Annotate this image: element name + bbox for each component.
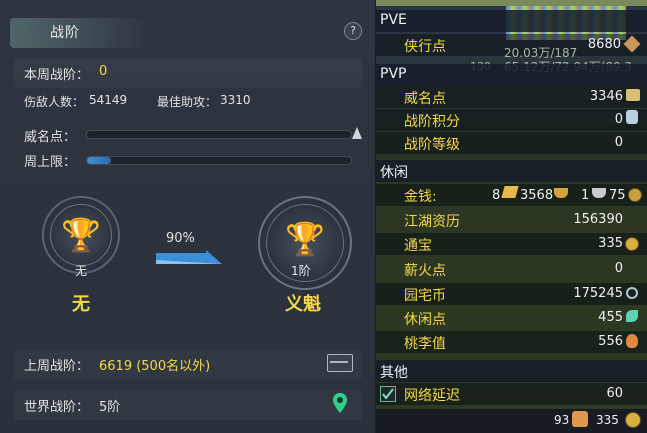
leaf-icon [626, 310, 638, 322]
leisure-item-value: 175245 [573, 286, 623, 301]
pve-item-value: 8680 [587, 37, 621, 52]
leisure-item-value: 455 [598, 310, 623, 325]
leisure-item-label: 园宅币 [404, 288, 446, 304]
section-pvp: PVP [376, 64, 647, 86]
leisure-item-label: 桃李值 [404, 336, 446, 352]
battle-rank-panel: 战阶 ? 本周战阶： 0 伤敌人数： 54149 最佳助攻： 3310 威名点：… [0, 0, 376, 433]
leisure-item-value: 335 [598, 236, 623, 251]
money-copper: 1 [581, 188, 590, 203]
next-rank-name: 义魁 [285, 294, 321, 315]
progress-percent: 90% [166, 231, 195, 246]
section-leisure: 休闲 [376, 160, 647, 182]
flask-icon [352, 127, 362, 139]
weekly-cap-bar-fill [87, 157, 111, 164]
weekly-cap-bar [86, 156, 352, 165]
injured-label: 伤敌人数： [24, 95, 85, 109]
leisure-item-value: 0 [614, 261, 623, 276]
injured-value: 54149 [89, 93, 128, 107]
pvp-item-label: 战阶积分 [404, 114, 460, 130]
last-week-value: 6619 (500名以外) [99, 359, 211, 374]
prestige-bar [86, 130, 352, 139]
money-silver: 3568 [520, 188, 554, 203]
leisure-item-value: 156390 [573, 212, 623, 227]
network-label: 网络延迟 [404, 388, 460, 404]
current-rank-small: 无 [75, 264, 88, 278]
section-pve: PVE [376, 10, 647, 32]
trophy-icon: 🏆 [61, 216, 101, 254]
weekly-cap-label: 周上限： [24, 155, 77, 170]
section-other: 其他 [376, 360, 647, 382]
currency-panel: PVE 侠行点 8680 20.03万/187 130 65.12万/72.94… [376, 0, 647, 433]
pvp-item-value: 0 [614, 135, 623, 150]
trophy-icon [626, 110, 638, 124]
assist-value: 3310 [220, 93, 251, 107]
week-rank-value: 0 [99, 64, 108, 79]
pvp-item-label: 威名点 [404, 91, 446, 107]
character-icon [572, 411, 588, 427]
leisure-item-label: 江湖资历 [404, 214, 460, 230]
footer-value-a: 93 [554, 413, 570, 427]
week-rank-label: 本周战阶： [24, 68, 90, 83]
footer-value-b: 335 [596, 413, 619, 427]
leisure-item-label: 休闲点 [404, 312, 446, 328]
gold-sycee-icon [554, 188, 568, 198]
leisure-item-label: 薪火点 [404, 263, 446, 279]
swirl-icon [626, 287, 638, 299]
pvp-item-value: 0 [614, 112, 623, 127]
lion-icon [626, 89, 640, 101]
panel-title: 战阶 [50, 25, 80, 41]
chest-icon[interactable] [327, 354, 353, 372]
money-label: 金钱: [404, 189, 437, 205]
arrow-right-icon [156, 250, 222, 264]
help-button[interactable]: ? [344, 22, 362, 40]
coin-icon [625, 237, 639, 251]
leisure-item-value: 556 [598, 334, 623, 349]
silver-sycee-icon [592, 188, 606, 198]
world-rank-label: 世界战阶： [24, 400, 90, 415]
prestige-label: 威名点： [24, 130, 77, 145]
peach-icon [626, 334, 638, 348]
leisure-item-label: 通宝 [404, 238, 432, 254]
header-decoration [10, 18, 150, 48]
coin-icon [628, 188, 642, 202]
pvp-item-value: 3346 [589, 89, 623, 104]
current-rank-name: 无 [72, 294, 90, 315]
trophy-icon: 🏆 [285, 220, 325, 258]
money-gold: 8 [492, 188, 501, 203]
location-pin-icon[interactable] [332, 392, 348, 414]
panel-header: 战阶 [0, 14, 375, 48]
pvp-item-label: 战阶等级 [404, 137, 460, 153]
checkmark-icon [382, 388, 394, 400]
world-rank-value: 5阶 [99, 400, 121, 415]
coin-icon [625, 412, 641, 428]
last-week-label: 上周战阶： [24, 359, 90, 374]
assist-label: 最佳助攻： [157, 95, 218, 109]
pve-item-label: 侠行点 [404, 39, 446, 55]
next-rank-small: 1阶 [291, 264, 311, 278]
network-checkbox[interactable] [380, 386, 396, 402]
money-ding: 75 [609, 188, 626, 203]
network-value: 60 [606, 386, 623, 401]
